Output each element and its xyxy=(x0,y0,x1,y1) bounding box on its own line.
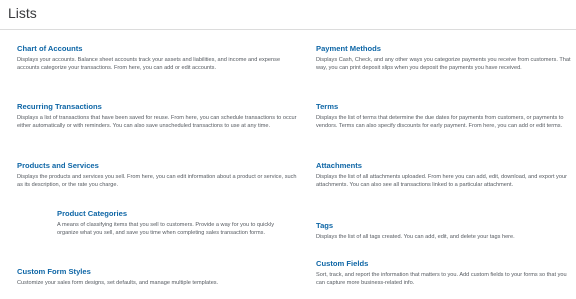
list-item-tags: Tags Displays the list of all tags creat… xyxy=(316,221,574,242)
list-item-product-categories: Product Categories A means of classifyin… xyxy=(57,209,297,237)
terms-link[interactable]: Terms xyxy=(316,102,572,112)
list-item-products-and-services: Products and Services Displays the produ… xyxy=(17,161,302,189)
recurring-transactions-link[interactable]: Recurring Transactions xyxy=(17,102,297,112)
custom-form-styles-link[interactable]: Custom Form Styles xyxy=(17,267,302,277)
custom-fields-description: Sort, track, and report the information … xyxy=(316,272,567,286)
list-item-attachments: Attachments Displays the list of all att… xyxy=(316,161,572,189)
products-and-services-description: Displays the products and services you s… xyxy=(17,174,297,188)
attachments-description: Displays the list of all attachments upl… xyxy=(316,174,567,188)
list-item-custom-fields: Custom Fields Sort, track, and report th… xyxy=(316,259,572,287)
list-item-custom-form-styles: Custom Form Styles Customize your sales … xyxy=(17,267,302,288)
payment-methods-description: Displays Cash, Check, and any other ways… xyxy=(316,57,571,71)
custom-fields-link[interactable]: Custom Fields xyxy=(316,259,572,269)
product-categories-description: A means of classifying items that you se… xyxy=(57,222,275,236)
list-item-payment-methods: Payment Methods Displays Cash, Check, an… xyxy=(316,44,572,72)
list-item-chart-of-accounts: Chart of Accounts Displays your accounts… xyxy=(17,44,297,72)
products-and-services-link[interactable]: Products and Services xyxy=(17,161,302,171)
chart-of-accounts-description: Displays your accounts. Balance sheet ac… xyxy=(17,57,281,71)
terms-description: Displays the list of terms that determin… xyxy=(316,115,564,129)
product-categories-link[interactable]: Product Categories xyxy=(57,209,297,219)
list-item-recurring-transactions: Recurring Transactions Displays a list o… xyxy=(17,102,297,130)
attachments-link[interactable]: Attachments xyxy=(316,161,572,171)
tags-link[interactable]: Tags xyxy=(316,221,574,231)
custom-form-styles-description: Customize your sales form designs, set d… xyxy=(17,280,219,286)
recurring-transactions-description: Displays a list of transactions that hav… xyxy=(17,115,297,129)
title-divider xyxy=(0,29,576,30)
page-title: Lists xyxy=(8,5,37,21)
chart-of-accounts-link[interactable]: Chart of Accounts xyxy=(17,44,297,54)
tags-description: Displays the list of all tags created. Y… xyxy=(316,234,515,240)
list-item-terms: Terms Displays the list of terms that de… xyxy=(316,102,572,130)
payment-methods-link[interactable]: Payment Methods xyxy=(316,44,572,54)
lists-page: Lists Chart of Accounts Displays your ac… xyxy=(0,0,576,299)
